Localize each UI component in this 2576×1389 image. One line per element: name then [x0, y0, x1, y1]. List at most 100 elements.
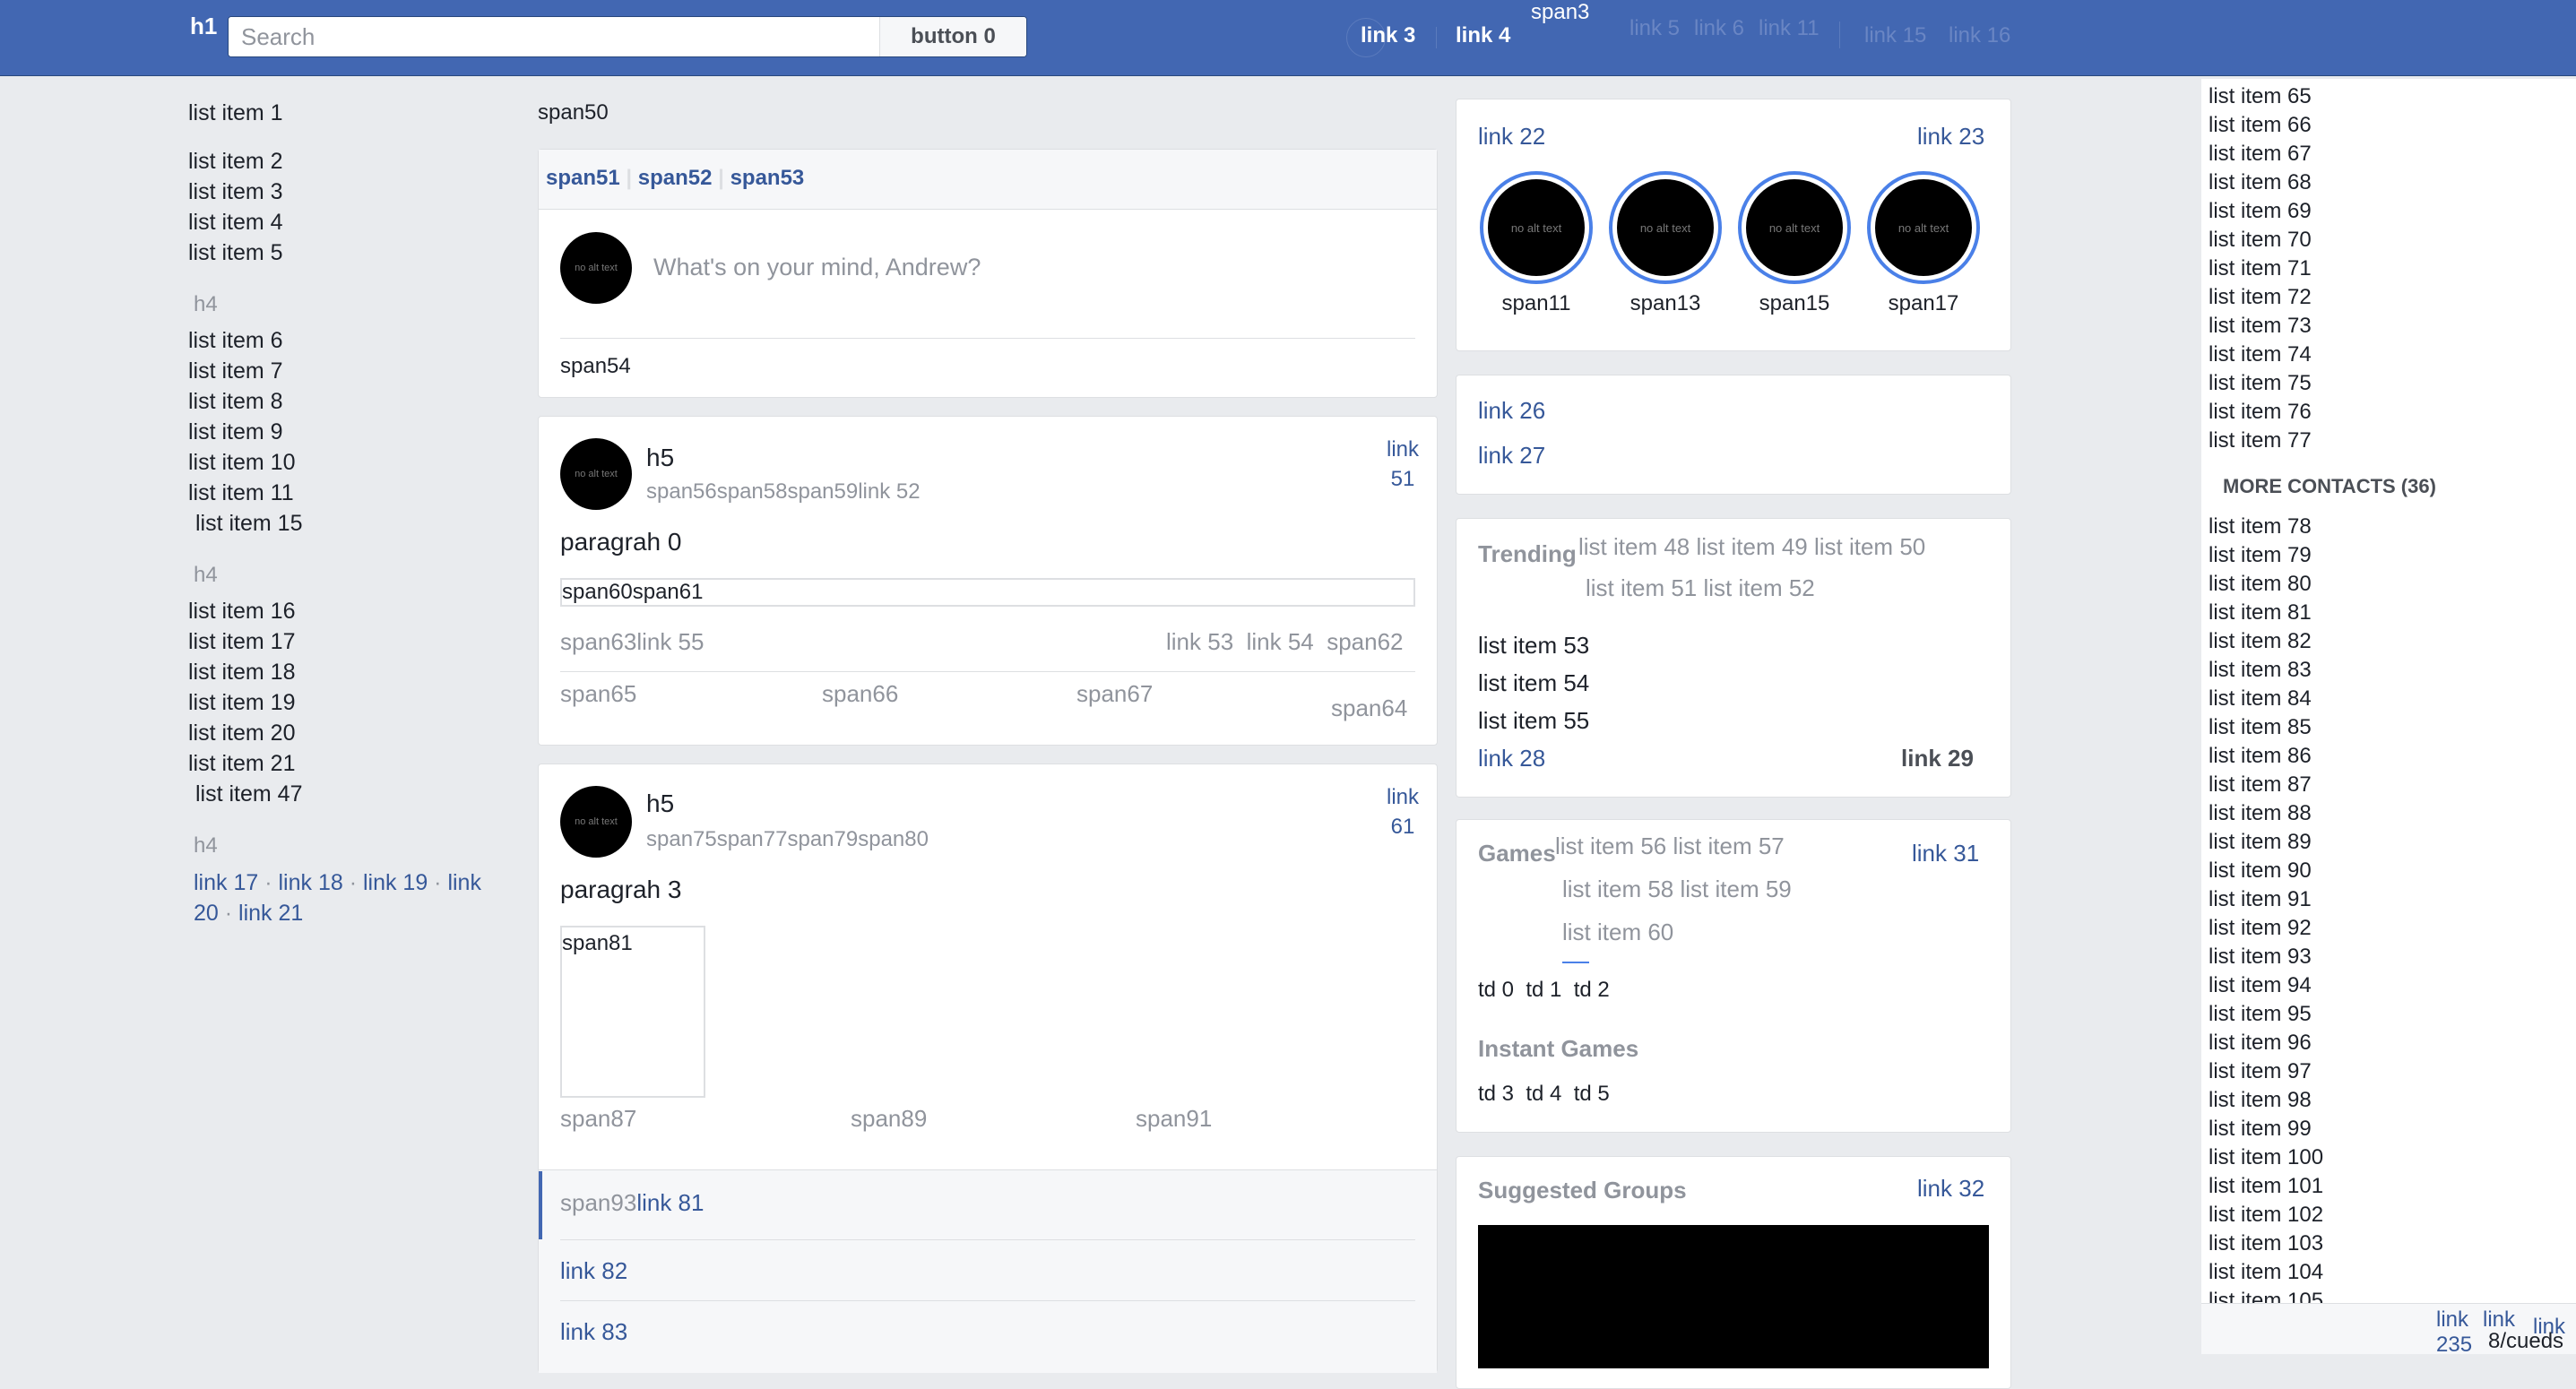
contact-item[interactable]: list item 75 — [2209, 371, 2312, 396]
avatar[interactable]: no alt text — [560, 786, 632, 858]
nav-link-5[interactable]: link 5 — [1629, 16, 1680, 41]
contact-item[interactable]: list item 95 — [2209, 1002, 2312, 1027]
post-stat-link[interactable]: link 53 — [1166, 628, 1233, 655]
post-action[interactable]: span87 — [560, 1105, 636, 1133]
footer-link[interactable]: link 21 — [238, 901, 303, 926]
list-item[interactable]: list item 6 — [188, 328, 283, 354]
contact-item[interactable]: list item 80 — [2209, 572, 2312, 597]
contact-item[interactable]: list item 72 — [2209, 285, 2312, 310]
contact-item[interactable]: list item 93 — [2209, 945, 2312, 970]
contact-item[interactable]: list item 76 — [2209, 400, 2312, 425]
contact-item[interactable]: list item 94 — [2209, 973, 2312, 998]
games-row[interactable]: list item 60 — [1562, 919, 1673, 946]
search-input[interactable] — [229, 17, 877, 56]
search-button[interactable]: button 0 — [879, 17, 1026, 56]
contact-item[interactable]: list item 90 — [2209, 858, 2312, 884]
composer-tab[interactable]: span53 — [730, 166, 805, 190]
contact-item[interactable]: list item 85 — [2209, 715, 2312, 740]
game-cell[interactable]: td 4 — [1526, 1082, 1561, 1106]
list-item[interactable]: list item 1 — [188, 100, 283, 126]
trending-link[interactable]: link 29 — [1901, 745, 1974, 772]
post-menu-link[interactable]: link 51 — [1387, 435, 1419, 494]
contact-item[interactable]: list item 78 — [2209, 514, 2312, 539]
post-title[interactable]: h5 — [646, 444, 674, 472]
logo[interactable]: h1 — [190, 13, 217, 40]
nav-link-4[interactable]: link 4 — [1456, 23, 1510, 48]
post-action[interactable]: span65 — [560, 680, 636, 708]
trending-row[interactable]: list item 51 list item 52 — [1586, 574, 1815, 602]
list-item[interactable]: list item 3 — [188, 179, 283, 205]
contact-item[interactable]: list item 81 — [2209, 600, 2312, 625]
games-row[interactable]: list item 58 list item 59 — [1562, 876, 1792, 903]
contact-item[interactable]: list item 99 — [2209, 1117, 2312, 1142]
game-cell[interactable]: td 3 — [1478, 1082, 1514, 1106]
contact-item[interactable]: list item 65 — [2209, 84, 2312, 109]
contact-item[interactable]: list item 69 — [2209, 199, 2312, 224]
footer-link[interactable]: link — [2436, 1307, 2468, 1333]
post-stat-link[interactable]: link 55 — [636, 628, 704, 655]
post-action[interactable]: span66 — [822, 680, 898, 708]
contact-item[interactable]: list item 102 — [2209, 1203, 2323, 1228]
card-link[interactable]: link 26 — [1478, 397, 1545, 425]
trending-row[interactable]: list item 48 list item 49 list item 50 — [1578, 533, 1925, 561]
groups-link[interactable]: link 32 — [1917, 1175, 1984, 1203]
contact-item[interactable]: list item 101 — [2209, 1174, 2323, 1199]
list-item[interactable]: list item 18 — [188, 660, 295, 686]
post-action[interactable]: span64 — [1331, 694, 1407, 722]
nav-link-11[interactable]: link 11 — [1759, 16, 1820, 41]
footer-link[interactable]: link 17 — [194, 870, 258, 895]
post-action[interactable]: span91 — [1136, 1105, 1212, 1133]
footer-link[interactable]: 20 — [194, 901, 219, 926]
card-link[interactable]: link 27 — [1478, 442, 1545, 470]
story-item[interactable]: no alt text span11 — [1478, 171, 1595, 316]
list-item[interactable]: list item 7 — [188, 358, 283, 384]
post-menu-link-a[interactable]: link — [1387, 782, 1419, 812]
composer-footer[interactable]: span54 — [560, 354, 631, 379]
contact-item[interactable]: list item 73 — [2209, 314, 2312, 339]
comment-link[interactable]: link 81 — [636, 1189, 704, 1216]
post-stat-link[interactable]: link 54 — [1247, 628, 1314, 655]
nav-link-15[interactable]: link 15 — [1864, 23, 1926, 48]
comment-link[interactable]: link 82 — [560, 1257, 627, 1285]
stories-link-left[interactable]: link 22 — [1478, 123, 1545, 151]
footer-link[interactable]: link 18 — [278, 870, 342, 895]
list-item[interactable]: list item 5 — [188, 240, 283, 266]
trending-item[interactable]: list item 55 — [1478, 707, 1589, 735]
contact-item[interactable]: list item 86 — [2209, 744, 2312, 769]
post-image[interactable]: span81 — [560, 926, 705, 1098]
contact-item[interactable]: list item 70 — [2209, 228, 2312, 253]
trending-item[interactable]: list item 54 — [1478, 669, 1589, 697]
list-item[interactable]: list item 4 — [188, 210, 283, 236]
contact-item[interactable]: list item 84 — [2209, 686, 2312, 712]
stories-link-right[interactable]: link 23 — [1917, 123, 1984, 151]
trending-link[interactable]: link 28 — [1478, 745, 1545, 772]
contact-item[interactable]: list item 91 — [2209, 887, 2312, 912]
contact-item[interactable]: list item 74 — [2209, 342, 2312, 367]
contact-item[interactable]: list item 67 — [2209, 142, 2312, 167]
post-menu-link-b[interactable]: 61 — [1387, 812, 1419, 841]
contact-item[interactable]: list item 96 — [2209, 1031, 2312, 1056]
contact-item[interactable]: list item 98 — [2209, 1088, 2312, 1113]
list-item[interactable]: list item 19 — [188, 690, 295, 716]
list-item[interactable]: list item 17 — [188, 629, 295, 655]
contact-item[interactable]: list item 89 — [2209, 830, 2312, 855]
contact-item[interactable]: list item 88 — [2209, 801, 2312, 826]
game-cell[interactable]: td 5 — [1574, 1082, 1610, 1106]
post-action[interactable]: span67 — [1076, 680, 1153, 708]
list-item[interactable]: list item 10 — [188, 450, 295, 476]
contact-item[interactable]: list item 103 — [2209, 1231, 2323, 1256]
avatar[interactable]: no alt text — [560, 438, 632, 510]
contact-item[interactable]: list item 87 — [2209, 772, 2312, 798]
post-meta-link[interactable]: link 52 — [858, 479, 920, 504]
list-item[interactable]: list item 11 — [188, 480, 294, 506]
post-action[interactable]: span89 — [851, 1105, 927, 1133]
composer-tab[interactable]: span51 — [546, 166, 620, 190]
list-item[interactable]: list item 20 — [188, 720, 295, 746]
contact-item[interactable]: list item 66 — [2209, 113, 2312, 138]
game-cell[interactable]: td 2 — [1574, 978, 1610, 1002]
contact-item[interactable]: list item 92 — [2209, 916, 2312, 941]
post-title[interactable]: h5 — [646, 789, 674, 818]
nav-link-6[interactable]: link 6 — [1694, 16, 1744, 41]
post-menu-link-a[interactable]: link — [1387, 435, 1419, 464]
comment-link[interactable]: link 83 — [560, 1318, 627, 1346]
